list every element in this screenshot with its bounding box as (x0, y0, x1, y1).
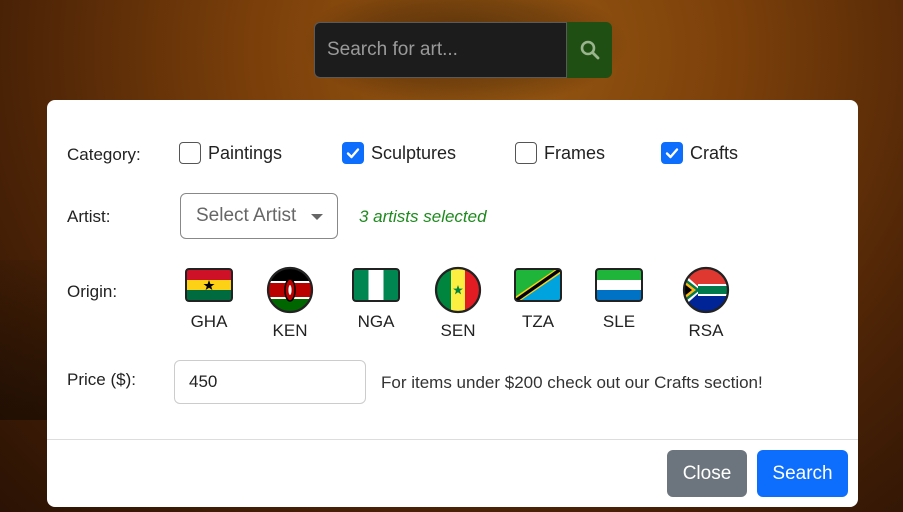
origin-code: SLE (602, 312, 636, 331)
artist-label: Artist: (67, 207, 111, 226)
search-input[interactable] (314, 22, 567, 78)
origin-code: NGA (357, 312, 395, 331)
category-frames-label: Frames (544, 142, 606, 163)
origin-label: Origin: (67, 282, 118, 301)
filter-modal: Category: Paintings Sculptures Frames Cr… (47, 100, 858, 507)
origin-code: SEN (440, 321, 476, 340)
search-bar (314, 22, 612, 78)
nigeria-flag-icon (352, 268, 400, 302)
caret-down-icon (311, 214, 323, 220)
category-sculptures-label: Sculptures (371, 142, 457, 163)
origin-tanzania[interactable]: TZA (508, 268, 568, 332)
checkmark-icon (346, 148, 360, 159)
origin-senegal[interactable]: SEN (428, 266, 488, 341)
ghana-flag-icon (185, 268, 233, 302)
senegal-flag-icon (434, 266, 482, 314)
category-paintings-checkbox[interactable]: Paintings (179, 142, 282, 164)
background-silhouette (0, 260, 47, 420)
checkbox-box[interactable] (342, 142, 364, 164)
sierra-leone-flag-icon (595, 268, 643, 302)
category-crafts-checkbox[interactable]: Crafts (661, 142, 738, 164)
artists-selected-note: 3 artists selected (359, 207, 487, 226)
close-button[interactable]: Close (667, 450, 747, 497)
checkbox-box[interactable] (179, 142, 201, 164)
category-frames-checkbox[interactable]: Frames (515, 142, 605, 164)
category-paintings-label: Paintings (208, 142, 283, 163)
origin-code: TZA (521, 312, 555, 331)
origin-code: KEN (272, 321, 308, 340)
origin-sierra-leone[interactable]: SLE (589, 268, 649, 332)
artist-select[interactable]: Select Artist (180, 193, 338, 239)
artist-select-value: Select Artist (196, 205, 297, 226)
search-icon (580, 40, 599, 60)
origin-kenya[interactable]: KEN (260, 266, 320, 341)
checkbox-box[interactable] (515, 142, 537, 164)
category-label: Category: (67, 145, 141, 164)
origin-nigeria[interactable]: NGA (346, 268, 406, 332)
search-button[interactable]: Search (757, 450, 848, 497)
category-sculptures-checkbox[interactable]: Sculptures (342, 142, 456, 164)
search-submit-button[interactable] (567, 22, 612, 78)
price-label: Price ($): (67, 370, 136, 389)
origin-code: GHA (190, 312, 228, 331)
origin-ghana[interactable]: GHA (179, 268, 239, 332)
footer-divider (47, 439, 858, 440)
origin-code: RSA (688, 321, 724, 340)
kenya-flag-icon (266, 266, 314, 314)
tanzania-flag-icon (514, 268, 562, 302)
price-input[interactable] (174, 360, 366, 404)
category-crafts-label: Crafts (690, 142, 739, 163)
south-africa-flag-icon (682, 266, 730, 314)
origin-south-africa[interactable]: RSA (676, 266, 736, 341)
price-note: For items under $200 check out our Craft… (381, 373, 763, 392)
checkmark-icon (665, 148, 679, 159)
checkbox-box[interactable] (661, 142, 683, 164)
